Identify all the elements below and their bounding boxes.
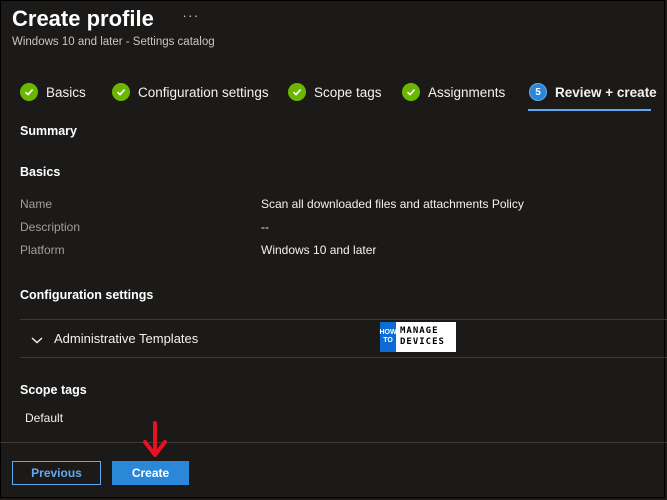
checkmark-icon [112, 83, 130, 101]
wizard-steps: Basics Configuration settings Scope tags… [20, 83, 657, 113]
active-step-underline [528, 109, 651, 111]
basics-heading: Basics [20, 165, 61, 179]
description-value: -- [261, 220, 269, 234]
step-label: Scope tags [314, 84, 382, 100]
create-button[interactable]: Create [112, 461, 189, 485]
step-scope-tags[interactable]: Scope tags [288, 83, 382, 101]
page-subtitle: Windows 10 and later - Settings catalog [12, 36, 215, 48]
step-review-create[interactable]: 5 Review + create [529, 83, 657, 101]
step-assignments[interactable]: Assignments [402, 83, 505, 101]
checkmark-icon [20, 83, 38, 101]
checkmark-icon [288, 83, 306, 101]
name-label: Name [20, 197, 53, 211]
footer-divider [0, 442, 667, 443]
configuration-settings-heading: Configuration settings [20, 288, 154, 302]
step-configuration-settings[interactable]: Configuration settings [112, 83, 269, 101]
previous-button[interactable]: Previous [12, 461, 101, 485]
platform-label: Platform [20, 243, 65, 257]
howtomanagedevices-logo: HOW TO MANAGE DEVICES [379, 322, 456, 352]
step-basics[interactable]: Basics [20, 83, 86, 101]
checkmark-icon [402, 83, 420, 101]
step-label: Configuration settings [138, 84, 269, 100]
chevron-down-icon[interactable] [30, 332, 44, 350]
scope-tags-heading: Scope tags [20, 383, 87, 397]
step-label: Assignments [428, 84, 506, 100]
step-label: Review + create [555, 84, 657, 100]
red-arrow-annotation-icon [140, 420, 170, 465]
step-label: Basics [46, 84, 86, 100]
description-label: Description [20, 220, 81, 234]
logo-text: MANAGE DEVICES [400, 326, 445, 347]
accordion-label: Administrative Templates [54, 331, 199, 346]
more-options-icon[interactable]: ··· [182, 7, 199, 23]
step-number-badge: 5 [529, 83, 547, 101]
name-value: Scan all downloaded files and attachment… [261, 197, 524, 211]
administrative-templates-accordion[interactable]: Administrative Templates [20, 319, 667, 358]
summary-heading: Summary [20, 124, 77, 138]
platform-value: Windows 10 and later [261, 243, 377, 257]
page-title: Create profile [12, 6, 154, 31]
logo-how-to-block: HOW TO [379, 322, 397, 352]
page-header: Create profile ··· Windows 10 and later … [12, 6, 215, 48]
scope-tag-value: Default [25, 411, 64, 425]
